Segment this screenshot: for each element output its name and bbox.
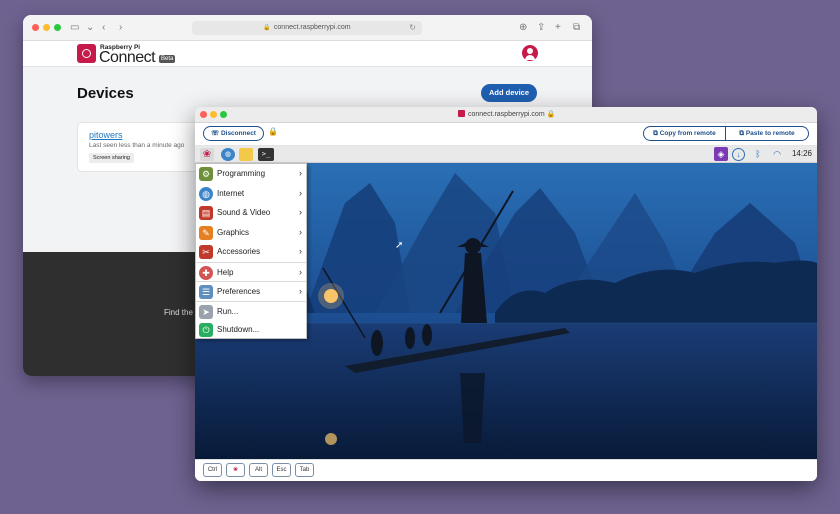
page-title: Devices [77,85,134,102]
internet-icon: ◍ [199,186,213,201]
menu-item-label: Internet [217,188,245,198]
menu-item-label: Run... [217,306,239,316]
chevron-down-icon[interactable]: ⌄ [86,21,94,35]
chevron-right-icon: › [299,286,302,296]
terminal-icon[interactable]: >_ [258,148,274,161]
browser-toolbar: ▭ ⌄ ‹ › 🔒 connect.raspberrypi.com ↻ ⊕ ⇪ +… [23,15,592,41]
menu-item-programming[interactable]: ⚙ Programming › [196,164,306,184]
raspberry-icon: ❀ [232,467,239,473]
chevron-right-icon: › [299,246,302,256]
close-dot[interactable] [200,111,207,118]
close-dot[interactable] [32,24,39,31]
menu-item-internet[interactable]: ◍ Internet › [196,184,306,204]
tab-key[interactable]: Tab [295,463,314,477]
avatar[interactable] [522,45,538,61]
beta-badge: Beta [159,55,176,63]
maximize-dot[interactable] [220,111,227,118]
brand-title: Connect [99,49,156,66]
application-menu: ⚙ Programming › ◍ Internet › ▤ Sound & V… [195,163,307,339]
chevron-right-icon: › [299,226,302,237]
address-bar[interactable]: 🔒 connect.raspberrypi.com ↻ [192,21,422,35]
connect-icon[interactable]: ◈ [714,147,728,161]
alt-key[interactable]: Alt [249,463,268,477]
run-icon: ➤ [199,304,213,319]
menu-item-preferences[interactable]: ☰ Preferences › [196,281,306,301]
footer-text: Find the [164,308,193,317]
back-icon[interactable]: ‹ [102,21,105,35]
minimize-dot[interactable] [210,111,217,118]
mouse-cursor-icon: ➚ [395,240,404,251]
shutdown-icon: ⏻ [199,323,213,337]
remote-titlebar: connect.raspberrypi.com 🔒 [195,107,817,123]
paste-to-remote-button[interactable]: ⧉ Paste to remote [726,127,808,140]
clock: 14:26 [791,149,812,158]
accessories-icon: ✂ [199,245,213,259]
menu-item-label: Sound & Video [217,208,271,217]
menu-item-label: Shutdown... [217,325,260,334]
esc-key[interactable]: Esc [272,463,291,477]
menu-item-run[interactable]: ➤ Run... [196,300,306,321]
preferences-icon: ☰ [199,285,213,299]
new-tab-icon[interactable]: + [555,21,561,35]
download-icon[interactable]: ⊕ [519,21,527,35]
menu-item-label: Preferences [217,287,261,296]
wifi-icon[interactable]: ◠ [770,147,784,161]
forward-icon[interactable]: › [119,21,122,35]
raspberry-menu-icon[interactable]: ❀ [200,148,214,161]
graphics-icon: ✎ [199,225,213,240]
remote-controls: ☏ Disconnect 🔒 ⧉ Copy from remote ⧉ Past… [195,123,817,146]
menu-item-label: Programming [217,169,266,178]
sound-video-icon: ▤ [199,206,213,220]
help-icon: ✚ [199,265,213,280]
site-header: Raspberry Pi Connect Beta [23,41,592,67]
chevron-right-icon: › [299,168,302,178]
url-text: connect.raspberrypi.com [273,24,351,31]
menu-item-label: Graphics [217,227,250,237]
add-device-button[interactable]: Add device [481,84,537,102]
chevron-right-icon: › [299,207,302,217]
menu-item-help[interactable]: ✚ Help › [196,261,306,282]
device-name-link[interactable]: pitowers [89,130,123,140]
lock-icon: 🔒 [263,25,271,31]
remote-desktop[interactable]: ❀ ◍ >_ ◈ ↓ ᛒ ◠ 14:26 ⚙ Programming › ◍ I… [195,146,817,459]
ctrl-key[interactable]: Ctrl [203,463,222,477]
raspberry-pi-connect-logo-icon[interactable] [77,44,96,63]
disconnect-button[interactable]: ☏ Disconnect [203,126,264,141]
lock-icon: 🔒 [268,127,278,136]
browser-icon[interactable]: ◍ [221,148,235,161]
taskbar: ❀ ◍ >_ ◈ ↓ ᛒ ◠ 14:26 [195,146,817,163]
chevron-right-icon: › [299,187,302,198]
clipboard-group: ⧉ Copy from remote ⧉ Paste to remote [643,126,809,141]
maximize-dot[interactable] [54,24,61,31]
minimize-dot[interactable] [43,24,50,31]
menu-item-sound-video[interactable]: ▤ Sound & Video › [196,203,306,223]
copy-from-remote-button[interactable]: ⧉ Copy from remote [644,127,726,140]
update-icon[interactable]: ↓ [732,148,745,161]
tabs-overview-icon[interactable]: ⧉ [573,21,580,35]
menu-item-accessories[interactable]: ✂ Accessories › [196,242,306,262]
menu-item-graphics[interactable]: ✎ Graphics › [196,223,306,243]
sidebar-icon[interactable]: ▭ [70,21,79,35]
programming-icon: ⚙ [199,167,213,181]
bluetooth-icon[interactable]: ᛒ [751,147,765,161]
special-keys-bar: Ctrl ❀ Alt Esc Tab [195,459,817,481]
screen-sharing-badge[interactable]: Screen sharing [89,153,134,163]
raspberry-key[interactable]: ❀ [226,463,245,477]
favicon-icon [458,110,465,117]
reload-icon[interactable]: ↻ [409,21,416,35]
folder-icon[interactable] [239,148,253,161]
menu-item-label: Help [217,267,234,277]
remote-desktop-window: connect.raspberrypi.com 🔒 ☏ Disconnect 🔒… [195,107,817,481]
remote-title: connect.raspberrypi.com 🔒 [458,110,555,118]
device-last-seen: Last seen less than a minute ago [89,142,185,149]
menu-item-label: Accessories [217,247,261,256]
share-icon[interactable]: ⇪ [537,21,545,35]
menu-item-shutdown[interactable]: ⏻ Shutdown... [196,320,306,340]
chevron-right-icon: › [299,266,302,277]
